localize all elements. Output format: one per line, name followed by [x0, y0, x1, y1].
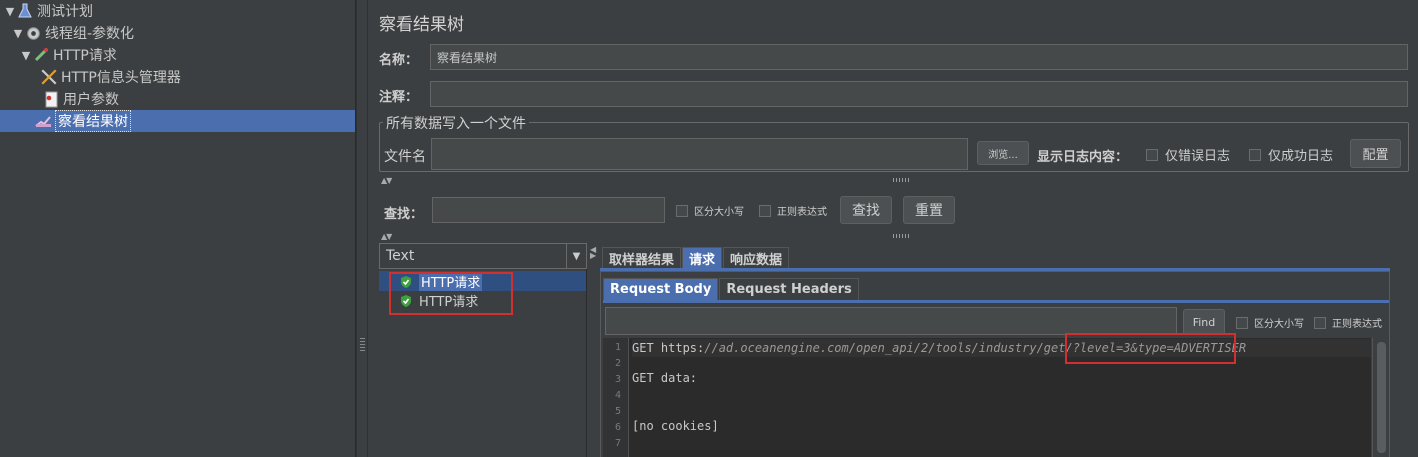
tree-item-view-results-tree[interactable]: 察看结果树 [0, 110, 355, 132]
gear-icon [24, 24, 42, 42]
detail-tabs: 取样器结果 请求 响应数据 [602, 247, 790, 269]
line-number: 4 [614, 390, 621, 401]
tab-request-body[interactable]: Request Body [603, 278, 719, 300]
line-number: 5 [614, 406, 621, 417]
errors-only-option[interactable]: 仅错误日志 [1146, 145, 1230, 164]
section-divider[interactable]: ▲▼ [379, 176, 1409, 185]
code-line: GET data: [632, 371, 698, 385]
tree-item-label: 察看结果树 [55, 110, 131, 132]
dropdown-arrow-icon[interactable]: ▼ [566, 244, 586, 268]
pipette-icon [32, 46, 50, 64]
tab-request[interactable]: 请求 [682, 247, 723, 269]
renderer-select[interactable]: Text ▼ [379, 243, 587, 269]
tree-item-label: 线程组-参数化 [45, 26, 135, 42]
browse-button[interactable]: 浏览... [977, 141, 1029, 165]
expand-arrow-icon[interactable]: ▼ [4, 5, 16, 18]
expand-arrow-icon[interactable]: ▼ [20, 49, 32, 62]
tree-item-label: 用户参数 [63, 92, 119, 108]
tools-icon [40, 68, 58, 86]
errors-only-checkbox[interactable] [1146, 148, 1158, 161]
tree-item-test-plan[interactable]: ▼ 测试计划 [4, 0, 93, 22]
find-regex-checkbox[interactable] [1314, 316, 1326, 329]
comment-field[interactable] [430, 81, 1408, 107]
name-field[interactable]: 察看结果树 [430, 44, 1408, 70]
chart-icon [34, 112, 52, 130]
find-regex-option[interactable]: 正则表达式 [1314, 315, 1382, 330]
success-only-label: 仅成功日志 [1268, 149, 1334, 164]
test-plan-tree[interactable]: ▼ 测试计划 ▼ 线程组-参数化 ▼ HTTP请求 HTTP信息头管理器 用户参… [0, 0, 356, 457]
search-label: 查找： [384, 207, 424, 222]
query-highlight-box [1065, 333, 1236, 364]
divider-grip-icon[interactable] [893, 178, 911, 182]
configure-button[interactable]: 配置 [1350, 139, 1401, 168]
line-number: 7 [614, 438, 621, 449]
file-name-label: 文件名 [384, 149, 426, 165]
code-line: GET https://ad.oceanengine.com/open_api/… [632, 339, 1371, 357]
line-number: 1 [614, 342, 621, 353]
document-icon [42, 90, 60, 108]
view-results-tree-panel: 察看结果树 名称： 察看结果树 注释： 所有数据写入一个文件 文件名 浏览...… [369, 0, 1418, 457]
search-case-label: 区分大小写 [694, 207, 744, 218]
find-regex-label: 正则表达式 [1332, 319, 1382, 330]
line-number: 3 [614, 374, 621, 385]
code-line-prefix: GET https: [632, 341, 705, 355]
search-input[interactable] [432, 197, 665, 223]
file-name-field[interactable] [431, 138, 968, 170]
file-section-title: 所有数据写入一个文件 [383, 113, 529, 133]
panel-title: 察看结果树 [379, 15, 464, 35]
scrollbar-thumb[interactable] [1377, 342, 1386, 453]
find-case-option[interactable]: 区分大小写 [1236, 315, 1304, 330]
splitter-grip-icon[interactable] [360, 338, 365, 352]
search-find-button[interactable]: 查找 [840, 196, 892, 224]
search-regex-label: 正则表达式 [777, 207, 827, 218]
divider-grip-icon[interactable] [893, 234, 911, 238]
search-reset-button[interactable]: 重置 [903, 196, 955, 224]
tree-item-header-manager[interactable]: HTTP信息头管理器 [40, 66, 181, 88]
highlight-box [389, 272, 513, 315]
tree-item-label: 测试计划 [37, 4, 93, 20]
tree-item-label: HTTP请求 [53, 48, 117, 64]
tree-item-label: HTTP信息头管理器 [61, 70, 181, 86]
tree-item-http-request[interactable]: ▼ HTTP请求 [20, 44, 117, 66]
results-divider[interactable]: ▲▼ [379, 232, 1409, 241]
search-case-option[interactable]: 区分大小写 [676, 203, 744, 218]
expand-arrow-icon[interactable]: ▼ [12, 27, 24, 40]
tab-response-data[interactable]: 响应数据 [723, 247, 790, 269]
results-list-panel: Text ▼ HTTP请求 HTTP请求 [379, 243, 587, 457]
find-case-label: 区分大小写 [1254, 319, 1304, 330]
tree-item-thread-group[interactable]: ▼ 线程组-参数化 [12, 22, 134, 44]
log-display-label: 显示日志内容： [1037, 150, 1129, 165]
search-regex-option[interactable]: 正则表达式 [759, 203, 827, 218]
collapse-arrows-icon[interactable]: ▲▼ [381, 176, 392, 185]
tab-request-headers[interactable]: Request Headers [719, 278, 859, 300]
code-line: [no cookies] [632, 419, 719, 433]
success-only-checkbox[interactable] [1249, 148, 1261, 161]
request-tabs: Request Body Request Headers [603, 278, 860, 300]
find-case-checkbox[interactable] [1236, 316, 1248, 329]
errors-only-label: 仅错误日志 [1165, 149, 1231, 164]
flask-icon [16, 2, 34, 20]
renderer-value: Text [386, 248, 415, 264]
search-case-checkbox[interactable] [676, 204, 688, 217]
tree-item-user-parameters[interactable]: 用户参数 [42, 88, 119, 110]
find-input[interactable] [605, 307, 1177, 335]
line-number: 2 [614, 358, 621, 369]
main-splitter[interactable] [356, 0, 368, 457]
find-button[interactable]: Find [1183, 309, 1225, 335]
tab-sampler-result[interactable]: 取样器结果 [602, 247, 682, 269]
collapse-arrows-icon[interactable]: ◀ ▶ [590, 246, 596, 260]
vertical-scrollbar[interactable] [1372, 338, 1389, 457]
success-only-option[interactable]: 仅成功日志 [1249, 145, 1333, 164]
line-number: 6 [614, 422, 621, 433]
name-label: 名称： [379, 53, 419, 68]
results-splitter[interactable]: ◀ ▶ [588, 243, 598, 457]
line-number-gutter: 1 2 3 4 5 6 7 [603, 338, 629, 457]
request-tab-underline [603, 300, 1389, 303]
request-body-editor[interactable]: 1 2 3 4 5 6 7 GET https://ad.oceanengine… [603, 333, 1371, 457]
search-regex-checkbox[interactable] [759, 204, 771, 217]
collapse-arrows-icon[interactable]: ▲▼ [381, 232, 392, 241]
comment-label: 注释： [379, 90, 419, 105]
